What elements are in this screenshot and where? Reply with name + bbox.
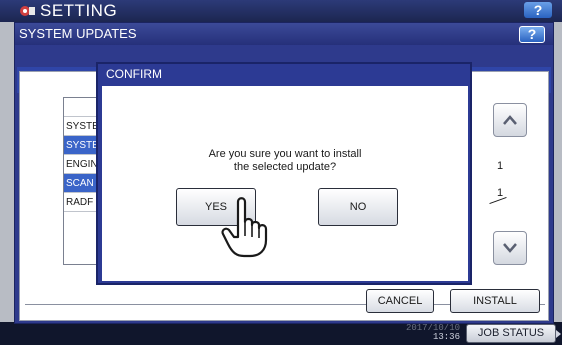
dialog-message: Are you sure you want to install the sel… — [102, 148, 468, 174]
list-item[interactable]: SYSTE — [64, 117, 98, 136]
list-item[interactable]: RADF — [64, 193, 98, 212]
cancel-button[interactable]: CANCEL — [366, 289, 434, 313]
setting-title: SETTING — [40, 1, 118, 20]
panel-title: SYSTEM UPDATES — [19, 26, 137, 41]
list-item[interactable]: ENGIN — [64, 155, 98, 174]
install-button[interactable]: INSTALL — [450, 289, 540, 313]
scroll-up-icon — [503, 115, 517, 125]
job-status-button[interactable]: JOB STATUS — [466, 324, 556, 343]
pointer-hand-icon — [221, 197, 268, 258]
list-item-selected[interactable]: SYSTE — [64, 136, 98, 155]
list-item-selected[interactable]: SCAN — [64, 174, 98, 193]
panel-help-button[interactable]: ? — [519, 26, 545, 43]
no-button[interactable]: NO — [318, 188, 398, 226]
clock-time: 13:36 — [432, 332, 460, 342]
scroll-up-button[interactable] — [493, 103, 527, 137]
dialog-message-line2: the selected update? — [233, 161, 337, 173]
scroll-down-button[interactable] — [493, 231, 527, 265]
list-item[interactable] — [64, 98, 98, 117]
update-list: SYSTE SYSTE ENGIN SCAN RADF — [63, 97, 99, 265]
setting-help-button[interactable]: ? — [524, 2, 552, 18]
dialog-title: CONFIRM — [106, 67, 162, 81]
scroll-down-icon — [503, 243, 517, 253]
settings-icon — [20, 6, 35, 16]
panel-header: SYSTEM UPDATES ? — [15, 23, 553, 45]
page-current: 1 — [496, 160, 504, 172]
job-status-arrow-icon — [556, 330, 561, 338]
dialog-message-line1: Are you sure you want to install — [208, 148, 362, 160]
dialog-body: Are you sure you want to install the sel… — [102, 86, 468, 281]
page-total: 1 — [496, 187, 504, 199]
confirm-dialog: CONFIRM Are you sure you want to install… — [96, 62, 472, 285]
clock: 2017/10/10 13:36 — [400, 324, 460, 342]
